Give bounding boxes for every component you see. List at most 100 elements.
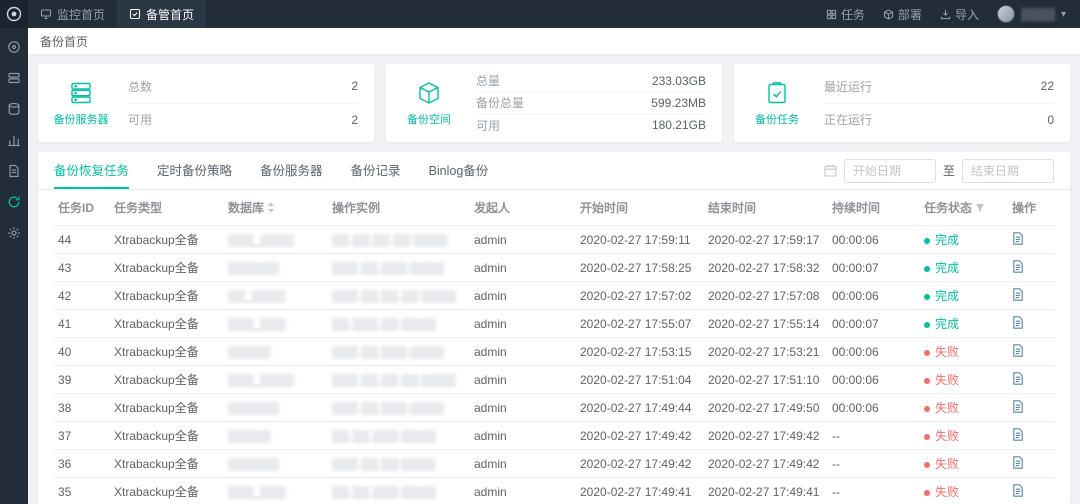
deploy-button[interactable]: 部署 xyxy=(883,6,922,23)
card-title: 备份服务器 xyxy=(54,111,109,127)
import-button[interactable]: 导入 xyxy=(940,6,979,23)
sidebar-item-documents[interactable] xyxy=(4,162,24,180)
card-stat-row: 可用 180.21GB xyxy=(476,114,706,136)
status-text: 失败 xyxy=(935,485,959,499)
status-dot xyxy=(924,238,930,244)
cell-start-time: 2020-02-27 17:58:25 xyxy=(576,254,704,282)
cell-task-type: Xtrabackup全备 xyxy=(110,310,224,338)
cell-end-time: 2020-02-27 17:57:08 xyxy=(704,282,828,310)
backup-home-icon xyxy=(129,8,141,20)
nav-monitor-home[interactable]: 监控首页 xyxy=(28,0,117,28)
cell-database: ▒▒▒_▒▒▒▒ xyxy=(224,366,328,394)
table-row[interactable]: 39 Xtrabackup全备 ▒▒▒_▒▒▒▒ ▒▒▒.▒▒.▒▒.▒▒:▒▒… xyxy=(54,366,1054,394)
tab-backup-restore-tasks[interactable]: 备份恢复任务 xyxy=(54,152,129,189)
sidebar-item-dashboard[interactable] xyxy=(4,38,24,56)
log-icon[interactable] xyxy=(1012,484,1024,497)
task-table-head: 任务ID 任务类型 数据库 操作实例 发起人 开始时间 结束时间 持续时间 任务… xyxy=(54,190,1054,226)
start-date-input[interactable] xyxy=(844,159,936,183)
log-icon[interactable] xyxy=(1012,400,1024,413)
stat-value: 233.03GB xyxy=(652,74,706,88)
table-row[interactable]: 44 Xtrabackup全备 ▒▒▒_▒▒▒▒ ▒▒.▒▒.▒▒.▒▒:▒▒▒… xyxy=(54,226,1054,254)
col-database[interactable]: 数据库 xyxy=(224,190,328,226)
filter-icon[interactable] xyxy=(975,203,985,213)
sidebar-item-databases[interactable] xyxy=(4,100,24,118)
table-row[interactable]: 43 Xtrabackup全备 ▒▒▒▒▒▒ ▒▒▒.▒▒.▒▒▒:▒▒▒▒ a… xyxy=(54,254,1054,282)
cell-duration: 00:00:06 xyxy=(828,366,920,394)
table-row[interactable]: 42 Xtrabackup全备 ▒▒_▒▒▒▒ ▒▒▒.▒▒.▒▒.▒▒:▒▒▒… xyxy=(54,282,1054,310)
card-stat-row: 最近运行 22 xyxy=(824,70,1054,103)
cell-actions xyxy=(1008,478,1054,504)
status-text: 失败 xyxy=(935,373,959,387)
nav-backup-home[interactable]: 备管首页 xyxy=(117,0,206,28)
cell-duration: -- xyxy=(828,422,920,450)
status-text: 完成 xyxy=(935,261,959,275)
cell-task-id: 40 xyxy=(54,338,110,366)
log-icon[interactable] xyxy=(1012,344,1024,357)
cell-task-type: Xtrabackup全备 xyxy=(110,422,224,450)
log-icon[interactable] xyxy=(1012,316,1024,329)
cell-start-time: 2020-02-27 17:57:02 xyxy=(576,282,704,310)
table-row[interactable]: 38 Xtrabackup全备 ▒▒▒▒▒▒ ▒▒▒.▒▒.▒▒▒:▒▒▒▒ a… xyxy=(54,394,1054,422)
log-icon[interactable] xyxy=(1012,456,1024,469)
cell-database: ▒▒▒_▒▒▒▒ xyxy=(224,226,328,254)
log-icon[interactable] xyxy=(1012,288,1024,301)
status-text: 完成 xyxy=(935,233,959,247)
cell-end-time: 2020-02-27 17:51:10 xyxy=(704,366,828,394)
stat-label: 正在运行 xyxy=(824,111,872,128)
import-icon xyxy=(940,9,951,20)
user-menu[interactable]: ▒▒▒▒ ▾ xyxy=(997,5,1066,23)
status-text: 失败 xyxy=(935,345,959,359)
col-duration: 持续时间 xyxy=(828,190,920,226)
cell-database: ▒▒▒▒▒ xyxy=(224,338,328,366)
log-icon[interactable] xyxy=(1012,428,1024,441)
cell-status: 失败 xyxy=(920,366,1008,394)
cell-status: 失败 xyxy=(920,478,1008,504)
log-icon[interactable] xyxy=(1012,260,1024,273)
tasks-button[interactable]: 任务 xyxy=(826,6,865,23)
col-status[interactable]: 任务状态 xyxy=(920,190,1008,226)
sidebar-item-backup[interactable] xyxy=(4,193,24,211)
tab-scheduled-backup-policy[interactable]: 定时备份策略 xyxy=(157,152,232,189)
cell-actions xyxy=(1008,366,1054,394)
cell-instance: ▒▒.▒▒.▒▒.▒▒:▒▒▒▒ xyxy=(328,226,470,254)
table-row[interactable]: 40 Xtrabackup全备 ▒▒▒▒▒ ▒▒▒.▒▒.▒▒▒:▒▒▒▒ ad… xyxy=(54,338,1054,366)
task-table-body: 44 Xtrabackup全备 ▒▒▒_▒▒▒▒ ▒▒.▒▒.▒▒.▒▒:▒▒▒… xyxy=(54,226,1054,504)
cell-task-type: Xtrabackup全备 xyxy=(110,450,224,478)
sort-icon[interactable] xyxy=(267,202,275,213)
tab-backup-records[interactable]: 备份记录 xyxy=(351,152,401,189)
date-filter: 至 xyxy=(824,159,1054,183)
cell-duration: 00:00:06 xyxy=(828,282,920,310)
log-icon[interactable] xyxy=(1012,232,1024,245)
cell-initiator: admin xyxy=(470,366,576,394)
cell-start-time: 2020-02-27 17:51:04 xyxy=(576,366,704,394)
cell-status: 完成 xyxy=(920,282,1008,310)
sidebar-item-settings[interactable] xyxy=(4,224,24,242)
card-rows: 总数 2 可用 2 xyxy=(124,64,374,142)
table-row[interactable]: 36 Xtrabackup全备 ▒▒▒▒▒▒ ▒▒▒.▒▒.▒▒:▒▒▒▒ ad… xyxy=(54,450,1054,478)
cell-start-time: 2020-02-27 17:49:42 xyxy=(576,450,704,478)
backup-space-icon xyxy=(416,80,442,106)
document-icon xyxy=(7,164,21,178)
tab-binlog-backup[interactable]: Binlog备份 xyxy=(429,152,489,189)
table-row[interactable]: 37 Xtrabackup全备 ▒▒▒▒▒ ▒▒.▒▒.▒▒▒:▒▒▒▒ adm… xyxy=(54,422,1054,450)
cell-end-time: 2020-02-27 17:49:42 xyxy=(704,422,828,450)
card-rows: 最近运行 22 正在运行 0 xyxy=(820,64,1070,142)
cell-status: 完成 xyxy=(920,310,1008,338)
tab-bar: 备份恢复任务 定时备份策略 备份服务器 备份记录 Binlog备份 至 xyxy=(38,152,1070,190)
server-icon xyxy=(7,71,21,85)
col-task-id: 任务ID xyxy=(54,190,110,226)
cell-instance: ▒▒.▒▒.▒▒▒:▒▒▒▒ xyxy=(328,478,470,504)
stat-label: 可用 xyxy=(476,117,500,134)
tab-backup-servers[interactable]: 备份服务器 xyxy=(260,152,323,189)
app-logo[interactable] xyxy=(0,0,28,28)
end-date-input[interactable] xyxy=(962,159,1054,183)
sidebar-item-servers[interactable] xyxy=(4,69,24,87)
log-icon[interactable] xyxy=(1012,372,1024,385)
table-row[interactable]: 41 Xtrabackup全备 ▒▒▒_▒▒▒ ▒▒.▒▒▒.▒▒:▒▒▒▒ a… xyxy=(54,310,1054,338)
card-icon-block: 备份任务 xyxy=(734,64,820,142)
table-row[interactable]: 35 Xtrabackup全备 ▒▒▒_▒▒▒ ▒▒.▒▒.▒▒▒:▒▒▒▒ a… xyxy=(54,478,1054,504)
cell-task-type: Xtrabackup全备 xyxy=(110,478,224,504)
cell-actions xyxy=(1008,226,1054,254)
sidebar-item-charts[interactable] xyxy=(4,131,24,149)
card-backup-tasks: 备份任务 最近运行 22 正在运行 0 xyxy=(734,64,1070,142)
